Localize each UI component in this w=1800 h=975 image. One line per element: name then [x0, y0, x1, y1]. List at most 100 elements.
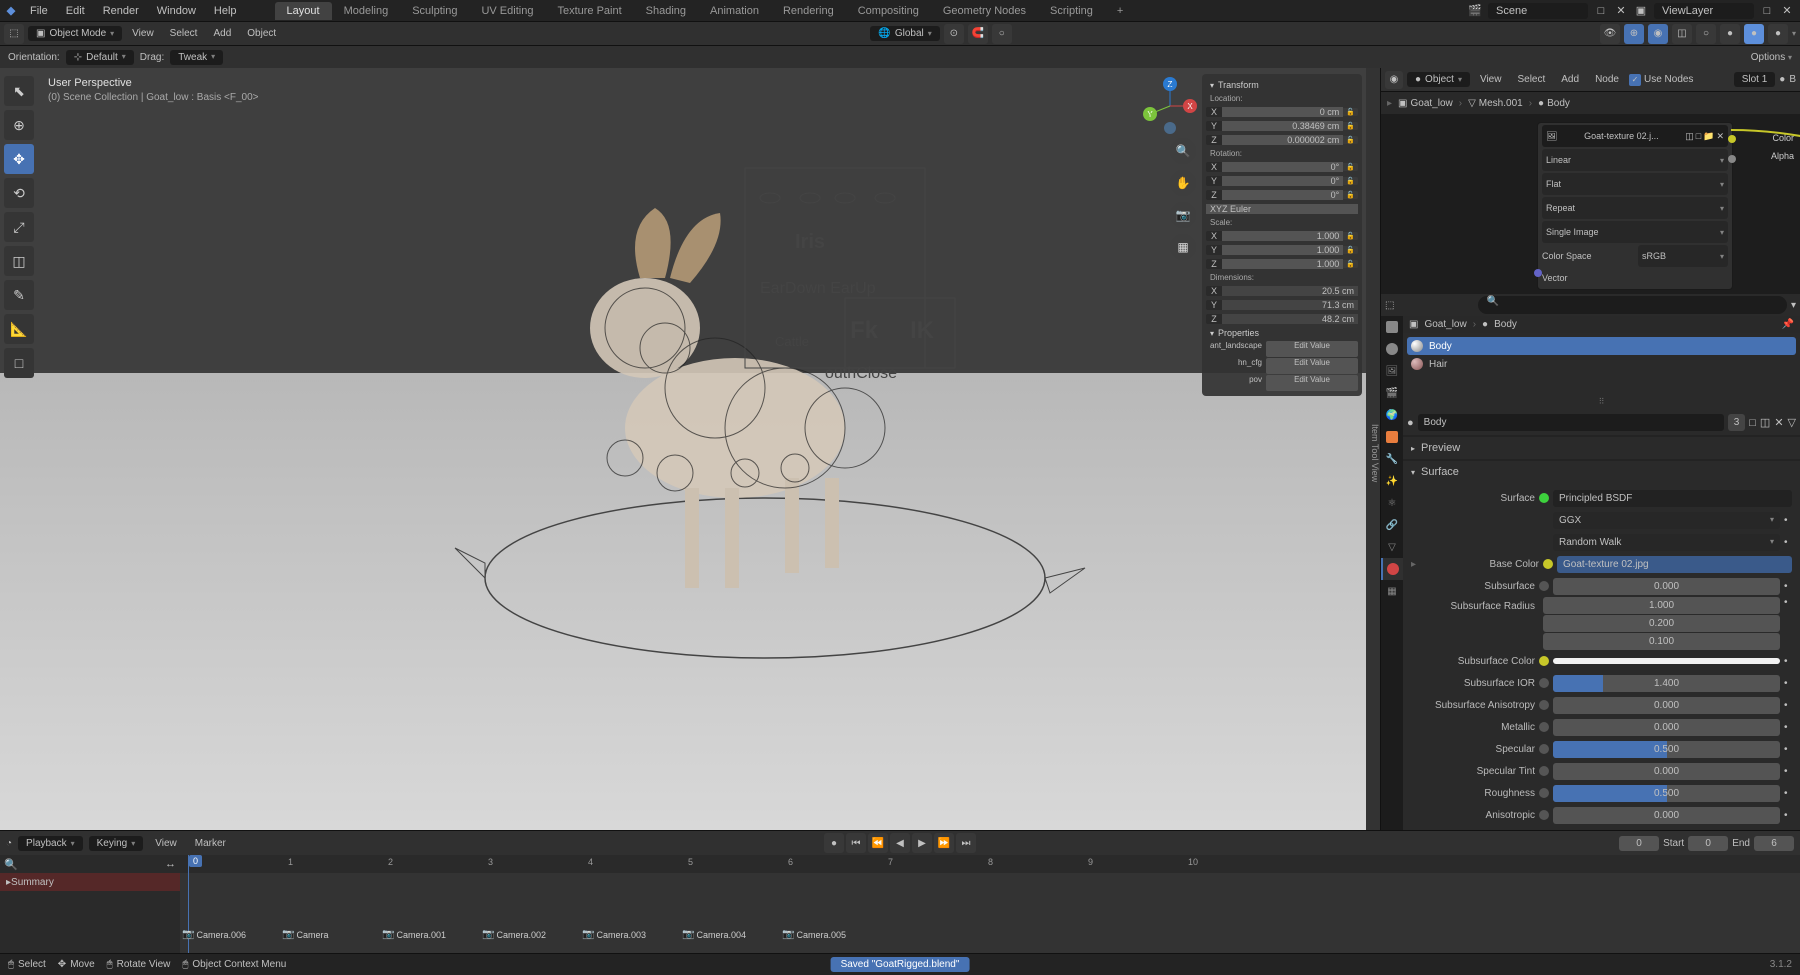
- camera-marker[interactable]: 📷Camera: [282, 929, 328, 940]
- interpolation-dd[interactable]: Linear▾: [1542, 149, 1728, 171]
- gizmo-toggle-icon[interactable]: ⊕: [1624, 24, 1644, 44]
- timeline-track[interactable]: 0123456789100 📷Camera.006📷Camera📷Camera.…: [180, 855, 1800, 953]
- select-menu[interactable]: Select: [164, 26, 204, 41]
- end-frame[interactable]: 6: [1754, 836, 1794, 851]
- copy-icon[interactable]: ◫: [1760, 416, 1770, 429]
- pivot-icon[interactable]: ⊙: [944, 24, 964, 44]
- rot-z[interactable]: 0°: [1222, 190, 1343, 200]
- new-scene-icon[interactable]: □: [1594, 4, 1608, 18]
- tab-render[interactable]: [1381, 316, 1403, 338]
- camera-marker[interactable]: 📷Camera.006: [182, 929, 246, 940]
- tab-output[interactable]: [1381, 338, 1403, 360]
- autokey-icon[interactable]: ●: [824, 833, 844, 853]
- pin-icon[interactable]: 📌: [1782, 319, 1794, 330]
- use-nodes-checkbox[interactable]: ✓Use Nodes: [1629, 74, 1693, 86]
- colorspace-dd[interactable]: sRGB▾: [1638, 245, 1728, 267]
- ortho-icon[interactable]: ▦: [1170, 234, 1196, 260]
- lock-icon[interactable]: 🔓: [1343, 108, 1358, 116]
- tool-move[interactable]: ✥: [4, 144, 34, 174]
- playback-dd[interactable]: Playback▾: [18, 836, 83, 851]
- bc-object[interactable]: ▣ Goat_low: [1398, 98, 1453, 109]
- tab-shading[interactable]: Shading: [634, 2, 698, 20]
- camera-marker[interactable]: 📷Camera.002: [482, 929, 546, 940]
- tab-add[interactable]: +: [1105, 2, 1135, 20]
- tab-constraints[interactable]: 🔗: [1381, 514, 1403, 536]
- menu-window[interactable]: Window: [149, 2, 204, 20]
- visibility-icon[interactable]: 👁: [1600, 24, 1620, 44]
- tab-compositing[interactable]: Compositing: [846, 2, 931, 20]
- tab-mesh[interactable]: ▽: [1381, 536, 1403, 558]
- loc-x[interactable]: 0 cm: [1222, 107, 1343, 117]
- subsurface-radius-value[interactable]: 1.000: [1543, 597, 1780, 614]
- shading-matprev-icon[interactable]: ●: [1744, 24, 1764, 44]
- tab-viewlayer[interactable]: 🖼: [1381, 360, 1403, 382]
- expand-icon[interactable]: ↔: [165, 858, 176, 870]
- tool-rotate[interactable]: ⟲: [4, 178, 34, 208]
- viewlayer-icon[interactable]: ▣: [1634, 4, 1648, 18]
- properties-header[interactable]: Properties: [1206, 326, 1358, 340]
- delete-scene-icon[interactable]: ✕: [1614, 4, 1628, 18]
- tool-transform[interactable]: ◫: [4, 246, 34, 276]
- new-icon[interactable]: □: [1749, 417, 1756, 429]
- summary-row[interactable]: ▸ Summary: [0, 873, 180, 891]
- bc-obj[interactable]: Goat_low: [1424, 319, 1466, 330]
- orientation-selector[interactable]: 🌐Global▾: [870, 26, 939, 41]
- add-menu[interactable]: Add: [1555, 72, 1585, 87]
- select-menu[interactable]: Select: [1511, 72, 1551, 87]
- jump-end-icon[interactable]: ⏭: [956, 833, 976, 853]
- tab-uv-editing[interactable]: UV Editing: [469, 2, 545, 20]
- camera-marker[interactable]: 📷Camera.005: [782, 929, 846, 940]
- image-field[interactable]: 🖼Goat-texture 02.j...◫□📁✕: [1542, 125, 1728, 147]
- menu-render[interactable]: Render: [95, 2, 147, 20]
- scl-y[interactable]: 1.000: [1222, 245, 1343, 255]
- tab-scripting[interactable]: Scripting: [1038, 2, 1105, 20]
- tab-texture-paint[interactable]: Texture Paint: [545, 2, 633, 20]
- editor-type-icon[interactable]: ⬚: [4, 24, 24, 44]
- shader-type-dd[interactable]: ●Object▾: [1407, 72, 1470, 87]
- tab-physics[interactable]: ⚛: [1381, 492, 1403, 514]
- xray-icon[interactable]: ◫: [1672, 24, 1692, 44]
- prop-ant[interactable]: Edit Value: [1266, 341, 1358, 357]
- marker-menu[interactable]: Marker: [189, 836, 232, 851]
- new-viewlayer-icon[interactable]: □: [1760, 4, 1774, 18]
- add-menu[interactable]: Add: [207, 26, 237, 41]
- tab-rendering[interactable]: Rendering: [771, 2, 846, 20]
- rot-mode[interactable]: XYZ Euler: [1206, 204, 1358, 214]
- color-field[interactable]: [1553, 658, 1780, 664]
- lock-icon[interactable]: 🔓: [1343, 177, 1358, 185]
- editor-type-icon[interactable]: ◉: [1385, 71, 1403, 89]
- current-frame[interactable]: 0: [1619, 836, 1659, 851]
- n-panel-tabs[interactable]: Item Tool View: [1366, 68, 1380, 830]
- tab-modeling[interactable]: Modeling: [332, 2, 401, 20]
- play-icon[interactable]: ▶: [912, 833, 932, 853]
- alpha-socket[interactable]: [1728, 155, 1736, 163]
- value-slider[interactable]: 0.000: [1553, 578, 1780, 595]
- value-slider[interactable]: 0.500: [1553, 741, 1780, 758]
- editor-type-icon[interactable]: ◔: [6, 838, 12, 849]
- overlay-toggle-icon[interactable]: ◉: [1648, 24, 1668, 44]
- material-preview-icon[interactable]: ●: [1407, 417, 1414, 429]
- menu-file[interactable]: File: [22, 2, 56, 20]
- scene-icon[interactable]: 🎬: [1468, 4, 1482, 18]
- copy-icon[interactable]: □: [1696, 131, 1701, 142]
- proportional-icon[interactable]: ○: [992, 24, 1012, 44]
- lock-icon[interactable]: 🔓: [1343, 232, 1358, 240]
- orientation-gizmo[interactable]: ZYX: [1140, 76, 1200, 139]
- viewlayer-field[interactable]: ViewLayer: [1654, 3, 1754, 19]
- start-frame[interactable]: 0: [1688, 836, 1728, 851]
- subsurface-radius-value[interactable]: 0.100: [1543, 633, 1780, 650]
- tab-texture[interactable]: ▦: [1381, 580, 1403, 602]
- mat-icon[interactable]: ●: [1779, 74, 1785, 85]
- shading-solid-icon[interactable]: ●: [1720, 24, 1740, 44]
- orientation-dd[interactable]: ⊹Default▾: [66, 50, 134, 65]
- tab-sculpting[interactable]: Sculpting: [400, 2, 469, 20]
- surface-shader-dd[interactable]: Principled BSDF: [1553, 490, 1792, 507]
- jump-prev-icon[interactable]: ⏪: [868, 833, 888, 853]
- tab-modifiers[interactable]: 🔧: [1381, 448, 1403, 470]
- tab-object[interactable]: [1381, 426, 1403, 448]
- extension-dd[interactable]: Repeat▾: [1542, 197, 1728, 219]
- source-dd[interactable]: Single Image▾: [1542, 221, 1728, 243]
- search-icon[interactable]: 🔍: [4, 858, 18, 871]
- tab-layout[interactable]: Layout: [275, 2, 332, 20]
- prop-pov[interactable]: Edit Value: [1266, 375, 1358, 391]
